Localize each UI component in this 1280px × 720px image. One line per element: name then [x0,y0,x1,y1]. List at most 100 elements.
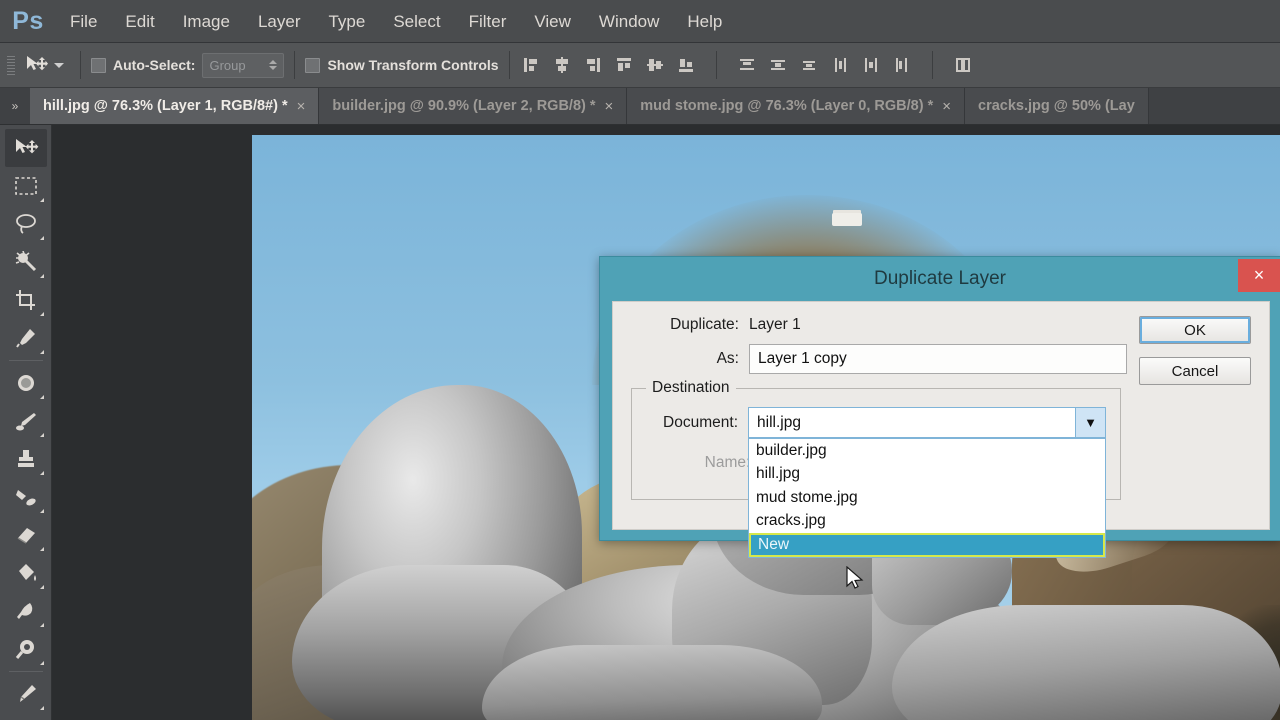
menu-item-filter[interactable]: Filter [455,0,521,43]
magic-wand-tool[interactable] [5,243,47,281]
auto-select-group: Auto-Select: Group [91,52,285,78]
distribute-left-edges-icon[interactable] [829,54,851,76]
align-top-edges-icon[interactable] [613,54,635,76]
move-tool[interactable] [4,129,47,167]
cancel-button[interactable]: Cancel [1139,357,1251,385]
tool-flyout-triangle-icon [39,585,44,589]
document-tab-title: cracks.jpg @ 50% (Lay [978,98,1135,114]
destination-fieldset: Destination Document: hill.jpg ▼ builder… [631,379,1121,558]
pen-icon [19,685,36,702]
smudge-icon [16,603,32,619]
paint-bucket-icon [18,564,36,581]
destination-legend: Destination [646,379,736,397]
options-bar-grip[interactable] [4,50,18,80]
auto-align-layers-icon[interactable] [952,54,974,76]
close-icon[interactable]: × [297,98,306,115]
auto-select-checkbox[interactable] [91,57,106,73]
clone-stamp-tool[interactable] [5,440,47,478]
as-input[interactable]: Layer 1 copy [749,344,1127,374]
menu-item-help[interactable]: Help [673,0,736,43]
tool-preset-chevron-down-icon[interactable] [54,62,64,68]
tool-flyout-triangle-icon [39,706,44,710]
chevron-updown-icon [269,60,278,70]
move-tool-icon [27,56,48,71]
spot-healing-brush-tool[interactable] [5,364,47,402]
dropdown-option-new[interactable]: New [749,533,1105,557]
menu-item-layer[interactable]: Layer [244,0,315,43]
align-right-edges-icon[interactable] [582,54,604,76]
align-buttons-group [520,51,974,79]
expand-panels-button[interactable]: » [0,88,30,124]
history-brush-tool[interactable] [5,478,47,516]
tool-flyout-triangle-icon [39,236,44,240]
document-tab-mud-stome[interactable]: mud stome.jpg @ 76.3% (Layer 0, RGB/8) *… [627,88,965,124]
close-icon[interactable]: × [942,98,951,115]
options-divider-3 [508,51,510,79]
tool-flyout-triangle-icon [39,274,44,278]
rectangular-marquee-tool[interactable] [5,167,47,205]
rectangular-marquee-icon [14,177,37,195]
eyedropper-tool[interactable] [5,319,47,357]
tool-flyout-triangle-icon [39,471,44,475]
tool-flyout-triangle-icon [39,623,44,627]
auto-select-scope-dropdown[interactable]: Group [202,52,285,78]
distribute-top-edges-icon[interactable] [736,54,758,76]
dropdown-option-mud-stome[interactable]: mud stome.jpg [749,486,1105,510]
menu-item-type[interactable]: Type [314,0,379,43]
document-tab-bar: » hill.jpg @ 76.3% (Layer 1, RGB/8#) * ×… [0,88,1280,125]
lasso-tool[interactable] [5,205,47,243]
menu-item-select[interactable]: Select [379,0,454,43]
menu-item-edit[interactable]: Edit [111,0,168,43]
blur-tool[interactable] [5,592,47,630]
distribute-horizontal-centers-icon[interactable] [860,54,882,76]
dodge-tool[interactable] [5,630,47,668]
menu-item-window[interactable]: Window [585,0,673,43]
ok-button[interactable]: OK [1139,316,1251,344]
document-dropdown-list[interactable]: builder.jpg hill.jpg mud stome.jpg crack… [748,438,1106,558]
document-row: Document: hill.jpg ▼ builder.jpg hill.jp… [646,407,1106,558]
close-icon[interactable]: × [1238,259,1280,292]
clone-stamp-icon [17,450,34,467]
align-left-edges-icon[interactable] [520,54,542,76]
pen-tool[interactable] [5,675,47,713]
menu-item-view[interactable]: View [520,0,585,43]
brush-tool[interactable] [5,402,47,440]
tool-flyout-triangle-icon [39,312,44,316]
document-combobox[interactable]: hill.jpg ▼ [748,407,1106,438]
tool-flyout-triangle-icon [39,433,44,437]
eraser-tool[interactable] [5,516,47,554]
chevron-down-icon[interactable]: ▼ [1075,408,1105,437]
history-brush-icon [15,490,36,506]
align-bottom-edges-icon[interactable] [675,54,697,76]
distribute-bottom-edges-icon[interactable] [798,54,820,76]
show-transform-label: Show Transform Controls [327,57,499,73]
tool-flyout-triangle-icon [39,395,44,399]
document-tab-builder[interactable]: builder.jpg @ 90.9% (Layer 2, RGB/8) * × [319,88,628,124]
magic-wand-icon [15,251,36,272]
name-label: Name: [704,454,751,471]
tool-flyout-triangle-icon [39,198,44,202]
show-transform-checkbox[interactable] [305,57,321,73]
tools-divider-2 [8,671,43,672]
document-tab-cracks[interactable]: cracks.jpg @ 50% (Lay [965,88,1149,124]
gradient-tool[interactable] [5,554,47,592]
dropdown-option-cracks[interactable]: cracks.jpg [749,510,1105,534]
document-label: Document: [663,413,738,431]
dropdown-option-builder[interactable]: builder.jpg [749,439,1105,463]
dropdown-option-hill[interactable]: hill.jpg [749,463,1105,487]
duplicate-label: Duplicate: [670,316,739,333]
close-icon[interactable]: × [605,98,614,115]
crop-tool[interactable] [5,281,47,319]
document-tab-hill[interactable]: hill.jpg @ 76.3% (Layer 1, RGB/8#) * × [30,88,320,124]
options-divider [80,51,81,79]
menu-item-image[interactable]: Image [169,0,244,43]
tools-panel [0,125,52,720]
menu-item-file[interactable]: File [56,0,111,43]
distribute-right-edges-icon[interactable] [891,54,913,76]
align-horizontal-centers-icon[interactable] [551,54,573,76]
align-vertical-centers-icon[interactable] [644,54,666,76]
distribute-vertical-centers-icon[interactable] [767,54,789,76]
tool-flyout-triangle-icon [39,547,44,551]
brush-icon [15,413,36,431]
active-tool-preview[interactable] [18,49,70,81]
